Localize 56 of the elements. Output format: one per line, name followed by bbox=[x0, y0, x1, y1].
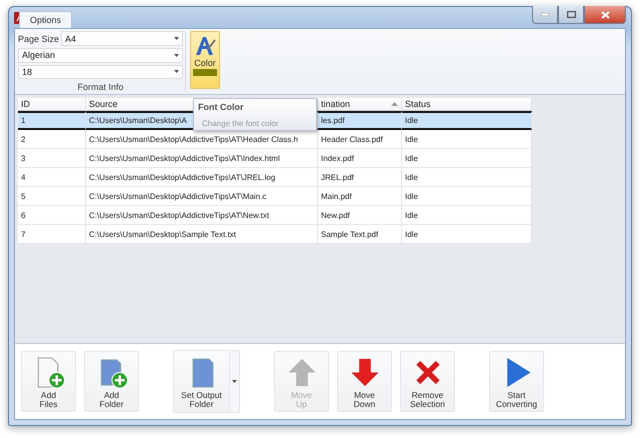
minimize-icon bbox=[541, 13, 549, 16]
table-cell: C:\Users\Usman\Desktop\AddictiveTips\AT\Main.c bbox=[86, 187, 318, 206]
table-cell: 2 bbox=[18, 130, 86, 149]
table-cell: New.pdf bbox=[318, 206, 402, 225]
table-cell: Index.pdf bbox=[318, 149, 402, 168]
column-header[interactable]: Status bbox=[402, 98, 532, 111]
table-cell: Idle bbox=[402, 225, 532, 244]
maximize-icon bbox=[566, 11, 576, 18]
tooltip-title: Font Color bbox=[198, 102, 244, 112]
table-cell: C:\Users\Usman\Desktop\AddictiveTips\AT\JREL.log bbox=[86, 168, 318, 187]
toolbar-button[interactable]: Add Files bbox=[21, 351, 76, 412]
table-cell: les.pdf bbox=[318, 111, 402, 130]
maximize-button[interactable] bbox=[558, 6, 584, 24]
table-cell: C:\Users\Usman\Desktop\AddictiveTips\AT\New.txt bbox=[86, 206, 318, 225]
caret-icon bbox=[174, 54, 179, 57]
table-cell: 3 bbox=[18, 149, 86, 168]
caret-icon bbox=[174, 37, 179, 40]
table-cell: 6 bbox=[18, 206, 86, 225]
table-cell: C:\Users\Usman\Desktop\AddictiveTips\AT\Index.html bbox=[86, 149, 318, 168]
table-cell: Idle bbox=[402, 206, 532, 225]
close-button[interactable] bbox=[584, 6, 626, 24]
ribbon-tab[interactable]: Options bbox=[19, 11, 72, 28]
toolbar-button[interactable]: Move Down bbox=[337, 351, 392, 412]
toolbar-button[interactable]: Remove Selection bbox=[400, 351, 455, 412]
table-cell: Idle bbox=[402, 187, 532, 206]
toolbar-button[interactable]: Set Output Folder bbox=[174, 351, 229, 412]
minimize-button[interactable] bbox=[532, 6, 558, 24]
column-header[interactable]: tination bbox=[318, 98, 402, 111]
table-cell: Idle bbox=[402, 130, 532, 149]
font-dropdown[interactable]: Algerian bbox=[18, 48, 183, 62]
table-cell: 1 bbox=[18, 111, 86, 130]
table-cell: C:\Users\Usman\Desktop\AddictiveTips\AT\Header Class.h bbox=[86, 130, 318, 149]
font-color-icon bbox=[194, 35, 216, 57]
color-button[interactable]: Color bbox=[190, 31, 220, 89]
toolbar-button[interactable]: Add Folder bbox=[84, 351, 139, 412]
table-cell: Main.pdf bbox=[318, 187, 402, 206]
page-size-dropdown[interactable]: A4 bbox=[61, 31, 183, 46]
table-cell: Idle bbox=[402, 168, 532, 187]
table-cell: Sample Text.pdf bbox=[318, 225, 402, 244]
group-label: Format Info bbox=[76, 82, 124, 92]
font-size-dropdown[interactable]: 18 bbox=[18, 64, 183, 79]
table-cell: 4 bbox=[18, 168, 86, 187]
table-cell: Idle bbox=[402, 111, 532, 130]
caret-icon bbox=[232, 380, 237, 383]
table-cell: C:\Users\Usman\Desktop\Sample Text.txt bbox=[86, 225, 318, 244]
table-cell: Header Class.pdf bbox=[318, 130, 402, 149]
table-cell: 5 bbox=[18, 187, 86, 206]
column-header[interactable]: ID bbox=[18, 98, 86, 111]
page-size-label: Page Size bbox=[18, 34, 60, 44]
tooltip-text: Change the font color bbox=[201, 119, 280, 128]
caret-icon bbox=[174, 70, 179, 74]
table-cell: 7 bbox=[18, 225, 86, 244]
close-icon bbox=[600, 10, 610, 18]
table-cell: JREL.pdf bbox=[318, 168, 402, 187]
table-cell: Idle bbox=[402, 149, 532, 168]
toolbar-button[interactable]: Start Converting bbox=[489, 351, 544, 412]
